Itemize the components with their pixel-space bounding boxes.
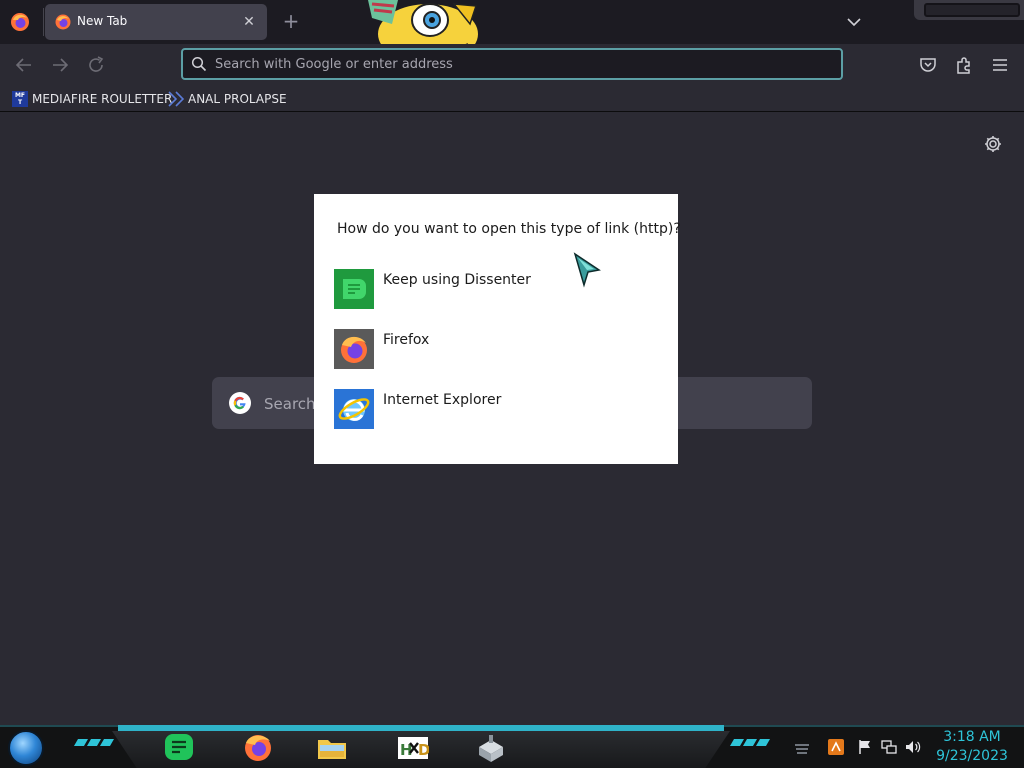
bookmark-icon [168,91,184,107]
mouse-cursor-icon [573,252,601,288]
pocket-icon[interactable] [917,54,939,76]
internet-explorer-icon [334,389,374,429]
tab-strip: New Tab ✕ + [0,0,1024,62]
extensions-puzzle-icon[interactable] [953,54,975,76]
open-with-dialog: How do you want to open this type of lin… [314,194,681,464]
taskbar-decor-right [729,739,771,746]
bookmark-label: ANAL PROLAPSE [188,92,287,106]
tray-show-hidden-icon[interactable] [794,739,810,755]
action-center-flag-icon[interactable] [857,739,873,755]
option-firefox[interactable]: Firefox [334,329,658,373]
option-label: Firefox [383,332,430,348]
taskbar-file-explorer-icon[interactable] [316,731,348,763]
firefox-favicon-icon [55,14,71,30]
option-label: Internet Explorer [383,392,502,408]
option-keep-using-dissenter[interactable]: Keep using Dissenter [334,269,658,313]
forward-arrow-icon[interactable] [49,54,71,76]
tab-title: New Tab [77,14,128,28]
bookmark-mediafire-rouletter[interactable]: MF T MEDIAFIRE ROULETTER [12,89,172,109]
svg-text:D: D [418,741,429,759]
firefox-icon [334,329,374,369]
tab-new-tab[interactable]: New Tab ✕ [45,4,267,40]
clock-time: 3:18 AM [943,729,1001,745]
google-icon [229,392,251,414]
mediafire-icon: MF T [12,91,28,107]
window-corner-decoration [914,0,1024,20]
bookmark-label: MEDIAFIRE ROULETTER [32,92,173,106]
dissenter-icon [334,269,374,309]
tab-separator [43,8,44,36]
taskbar: H D 3:18 AM 9/23/2023 [0,725,1024,768]
navigation-toolbar [0,44,1024,86]
page-search-placeholder: Search [264,395,316,413]
tab-list-chevron-down-icon[interactable] [844,12,864,32]
option-label: Keep using Dissenter [383,272,531,288]
taskbar-dissenter-icon[interactable] [163,731,195,763]
option-internet-explorer[interactable]: Internet Explorer [334,389,658,433]
tray-app-icon[interactable] [828,739,844,755]
taskbar-firefox-icon[interactable] [242,731,274,763]
hamburger-menu-icon[interactable] [989,54,1011,76]
system-clock[interactable]: 3:18 AM 9/23/2023 [932,728,1012,766]
bookmarks-toolbar: MF T MEDIAFIRE ROULETTER ANAL PROLAPSE [0,86,1024,112]
firefox-menu-icon[interactable] [10,12,30,32]
volume-icon[interactable] [905,739,921,755]
tab-close-icon[interactable]: ✕ [239,12,259,32]
search-icon [191,56,207,72]
taskbar-decor-left [73,739,115,746]
back-arrow-icon[interactable] [13,54,35,76]
address-input[interactable] [215,53,815,75]
desktop-screen: New Tab ✕ + Search with Google or enter … [0,0,1024,768]
new-tab-button[interactable]: + [280,10,302,32]
taskbar-storage-icon[interactable] [475,731,507,763]
dialog-question: How do you want to open this type of lin… [337,221,681,237]
network-icon[interactable] [881,739,897,755]
taskbar-hxd-icon[interactable]: H D [397,731,429,763]
clock-date: 9/23/2023 [936,748,1008,764]
reload-icon[interactable] [85,54,107,76]
gear-icon[interactable] [983,134,1003,154]
bookmark-anal-prolapse[interactable]: ANAL PROLAPSE [168,89,287,109]
start-orb-button[interactable] [8,730,44,766]
address-bar[interactable] [181,48,843,80]
